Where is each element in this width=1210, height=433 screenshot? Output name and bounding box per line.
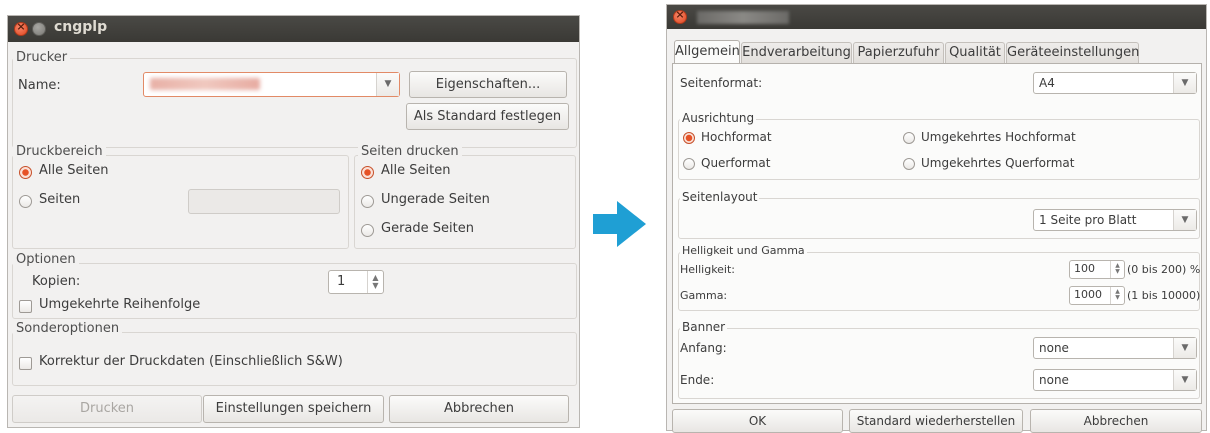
tab-allgemein[interactable]: Allgemein	[674, 40, 740, 64]
spin-arrows-icon[interactable]: ▲ ▼	[367, 271, 383, 293]
cancel-button[interactable]: Abbrechen	[1030, 409, 1202, 433]
pages-radio[interactable]	[19, 195, 32, 208]
gamma-label: Gamma:	[680, 289, 728, 302]
chevron-down-icon[interactable]: ▼	[376, 73, 399, 96]
pages-range-input[interactable]	[188, 189, 340, 214]
print-pages-group-label: Seiten drucken	[358, 144, 462, 159]
reverse-order-label[interactable]: Umgekehrte Reihenfolge	[39, 297, 200, 312]
landscape-radio[interactable]	[683, 158, 695, 170]
close-icon: ×	[675, 8, 685, 21]
banner-start-value: none	[1039, 341, 1069, 355]
close-window-button[interactable]: ×	[14, 20, 28, 36]
options-group-label: Optionen	[13, 252, 79, 267]
title-bar: × cngplp	[8, 16, 579, 42]
brightness-range: (0 bis 200) %	[1127, 263, 1201, 276]
spin-arrows-icon[interactable]: ▲ ▼	[1110, 261, 1124, 278]
minimize-window-button[interactable]	[32, 22, 46, 36]
set-default-button[interactable]: Als Standard festlegen	[406, 103, 569, 130]
pp-all-pages-label[interactable]: Alle Seiten	[381, 163, 450, 178]
special-options-group-label: Sonderoptionen	[13, 321, 123, 336]
reverse-landscape-label[interactable]: Umgekehrtes Querformat	[921, 156, 1074, 170]
close-icon: ×	[16, 20, 26, 33]
brightness-spinbutton[interactable]: 100 ▲ ▼	[1069, 260, 1125, 279]
gamma-spinbutton[interactable]: 1000 ▲ ▼	[1069, 286, 1125, 305]
all-pages-label[interactable]: Alle Seiten	[39, 163, 108, 178]
layout-combo[interactable]: 1 Seite pro Blatt ▼	[1033, 209, 1197, 231]
window-title: cngplp	[54, 19, 108, 35]
even-pages-label[interactable]: Gerade Seiten	[381, 221, 474, 236]
pp-all-pages-radio[interactable]	[361, 166, 374, 179]
tab-endverarbeitung[interactable]: Endverarbeitung	[741, 42, 852, 64]
ok-button[interactable]: OK	[672, 409, 843, 433]
portrait-radio[interactable]	[683, 132, 695, 144]
reverse-portrait-radio[interactable]	[903, 132, 915, 144]
spin-arrows-icon[interactable]: ▲ ▼	[1110, 287, 1124, 304]
gamma-range: (1 bis 10000)	[1127, 289, 1201, 302]
orientation-group	[678, 119, 1200, 180]
copies-label: Kopien:	[32, 274, 81, 289]
brightness-label: Helligkeit:	[680, 263, 736, 276]
restore-defaults-button[interactable]: Standard wiederherstellen	[849, 409, 1023, 433]
cngplp-window: × cngplp Drucker Name: ▼ Eigenschaften..…	[7, 15, 580, 428]
reverse-portrait-label[interactable]: Umgekehrtes Hochformat	[921, 130, 1076, 144]
tab-papierzufuhr[interactable]: Papierzufuhr	[853, 42, 944, 64]
printer-group-label: Drucker	[13, 50, 71, 65]
gamma-value: 1000	[1074, 288, 1102, 301]
save-settings-button[interactable]: Einstellungen speichern	[203, 395, 384, 423]
layout-value: 1 Seite pro Blatt	[1039, 213, 1137, 227]
chevron-down-icon[interactable]: ▼	[1173, 338, 1196, 358]
name-label: Name:	[18, 78, 61, 93]
chevron-down-icon[interactable]: ▼	[1173, 73, 1196, 93]
printer-name-blurred	[150, 78, 260, 90]
copies-spinbutton[interactable]: 1 ▲ ▼	[328, 270, 384, 294]
page-size-value: A4	[1039, 76, 1055, 90]
window-title-blurred	[697, 11, 789, 24]
all-pages-radio[interactable]	[19, 166, 32, 179]
portrait-label[interactable]: Hochformat	[701, 130, 772, 144]
banner-end-combo[interactable]: none ▼	[1033, 369, 1197, 391]
layout-group-label: Seitenlayout	[680, 190, 760, 204]
brightness-gamma-group-label: Helligkeit und Gamma	[680, 244, 807, 257]
arrow-right-icon	[593, 201, 646, 247]
cancel-button[interactable]: Abbrechen	[389, 395, 569, 423]
chevron-down-icon[interactable]: ▼	[1173, 370, 1196, 390]
tab-qualitaet[interactable]: Qualität	[945, 42, 1005, 64]
page-size-combo[interactable]: A4 ▼	[1033, 72, 1197, 94]
banner-start-combo[interactable]: none ▼	[1033, 337, 1197, 359]
printer-name-combo[interactable]: ▼	[143, 72, 400, 97]
reverse-landscape-radio[interactable]	[903, 158, 915, 170]
correct-print-data-checkbox[interactable]	[19, 357, 32, 370]
orientation-group-label: Ausrichtung	[680, 111, 757, 125]
pages-label[interactable]: Seiten	[39, 192, 80, 207]
chevron-down-icon[interactable]: ▼	[1173, 210, 1196, 230]
print-range-group-label: Druckbereich	[13, 144, 106, 159]
banner-end-value: none	[1039, 373, 1069, 387]
odd-pages-radio[interactable]	[361, 195, 374, 208]
properties-button[interactable]: Eigenschaften...	[409, 71, 567, 98]
correct-print-data-label[interactable]: Korrektur der Druckdaten (Einschließlich…	[39, 354, 343, 369]
brightness-value: 100	[1074, 262, 1095, 275]
printer-properties-window: × Allgemein Endverarbeitung Papierzufuhr…	[666, 4, 1207, 433]
close-window-button[interactable]: ×	[673, 8, 687, 24]
page-size-label: Seitenformat:	[680, 76, 763, 90]
start-label: Anfang:	[680, 341, 727, 355]
copies-value: 1	[337, 274, 346, 289]
banner-group-label: Banner	[680, 320, 728, 334]
landscape-label[interactable]: Querformat	[701, 156, 770, 170]
notebook-page: Seitenformat: A4 ▼ Ausrichtung Hochforma…	[672, 63, 1202, 404]
title-bar: ×	[667, 5, 1206, 29]
tab-geraeteeinstellungen[interactable]: Geräteeinstellungen	[1006, 42, 1139, 64]
print-button[interactable]: Drucken	[12, 395, 202, 423]
even-pages-radio[interactable]	[361, 224, 374, 237]
end-label: Ende:	[680, 373, 715, 387]
reverse-order-checkbox[interactable]	[19, 300, 32, 313]
odd-pages-label[interactable]: Ungerade Seiten	[381, 192, 490, 207]
